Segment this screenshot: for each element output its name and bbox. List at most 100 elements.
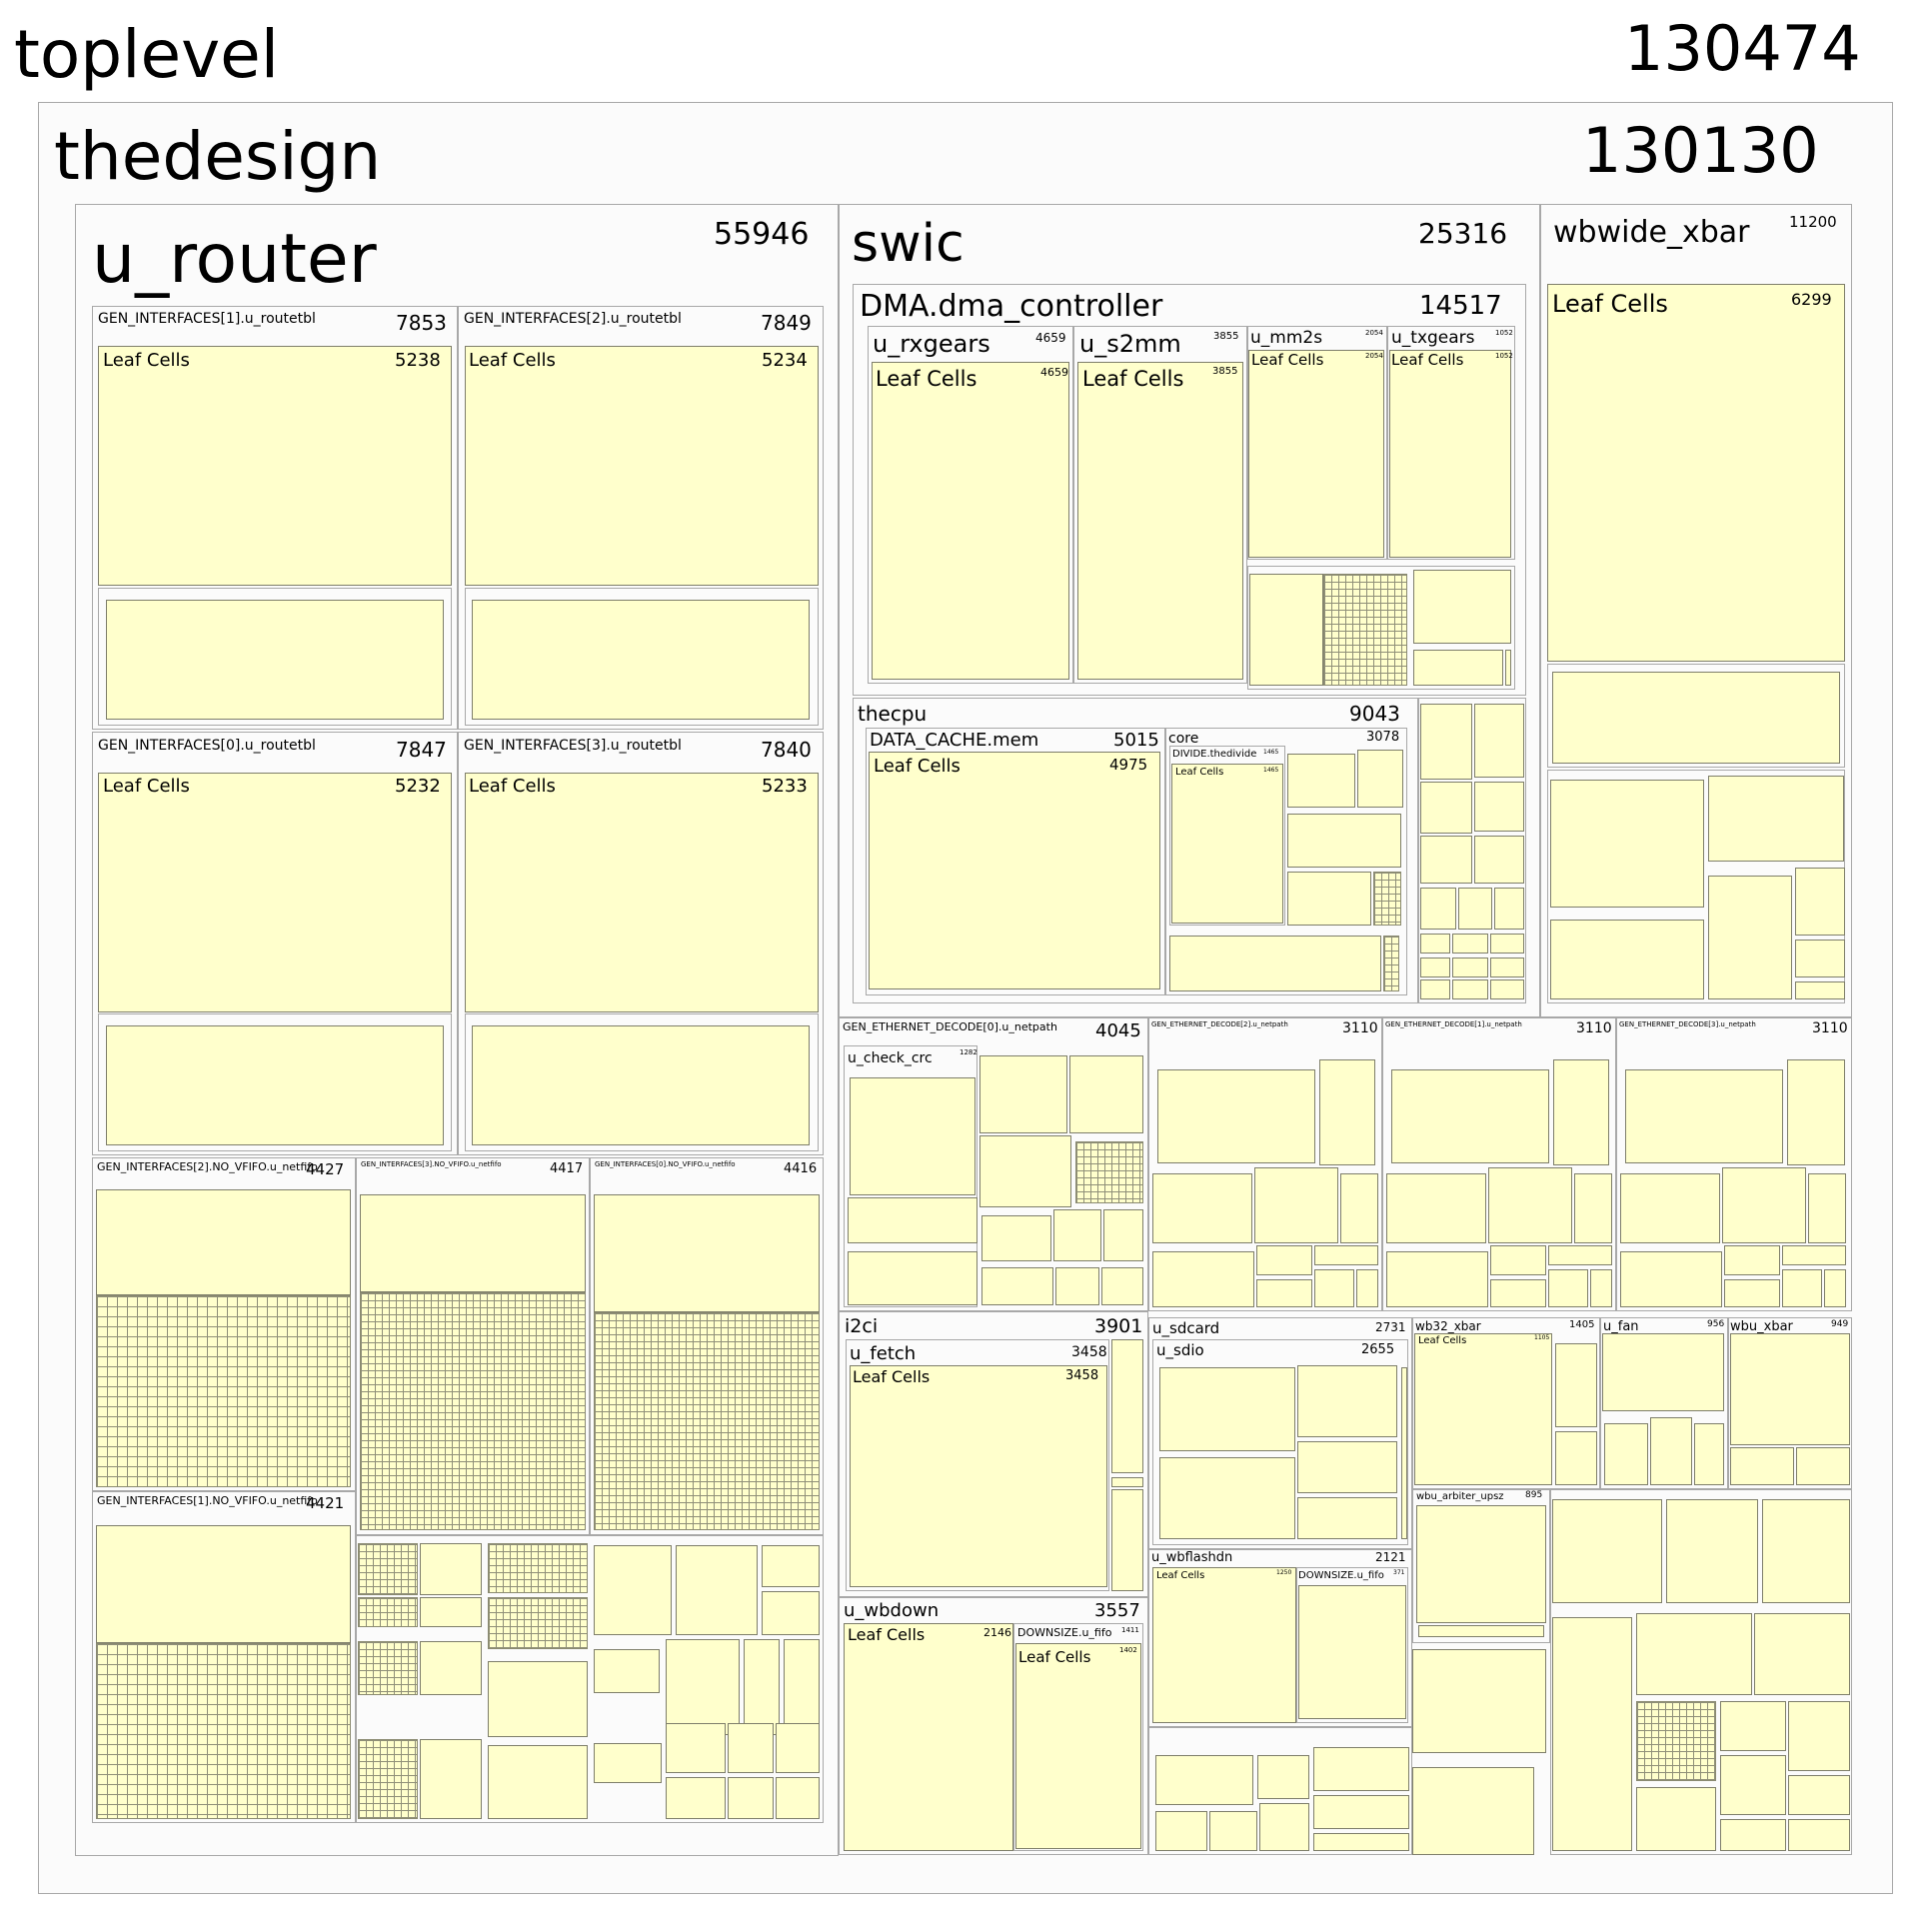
netpath-1-small-block[interactable]: [1548, 1245, 1612, 1265]
netpath-3-small-block[interactable]: [1722, 1167, 1806, 1243]
wbu-arbiter-leaf[interactable]: [1416, 1505, 1546, 1623]
swic-small-block[interactable]: [1458, 888, 1492, 930]
netpath-1-small-block[interactable]: [1490, 1279, 1546, 1307]
u-fan-small-block[interactable]: [1694, 1423, 1724, 1485]
core-small-block[interactable]: [1373, 872, 1401, 926]
leaf-cells-block[interactable]: [1414, 1333, 1552, 1485]
lower-right-block[interactable]: [1762, 1499, 1850, 1603]
core-small-block[interactable]: [1169, 936, 1381, 991]
router-small-block[interactable]: [784, 1639, 820, 1735]
swic-small-block[interactable]: [1420, 979, 1450, 999]
u-fan-small-block[interactable]: [1602, 1333, 1724, 1411]
lower-right-block[interactable]: [1552, 1499, 1662, 1603]
router-small-block[interactable]: [728, 1777, 774, 1819]
swic-small-block[interactable]: [1494, 888, 1524, 930]
wbu-xbar-small-block[interactable]: [1796, 1447, 1850, 1485]
leaf-cells-block[interactable]: [1171, 764, 1283, 924]
wb32-small-block[interactable]: [1555, 1343, 1597, 1427]
router-small-block[interactable]: [728, 1723, 774, 1773]
swic-small-block[interactable]: [1420, 888, 1456, 930]
lower-right-block[interactable]: [1666, 1499, 1758, 1603]
netpath-0-small-block[interactable]: [1101, 1267, 1143, 1305]
leaf-cells-block[interactable]: [1077, 362, 1243, 680]
misc-small-block[interactable]: [1313, 1747, 1409, 1791]
netpath-0-small-block[interactable]: [1053, 1209, 1101, 1261]
swic-small-block[interactable]: [1452, 958, 1488, 977]
wbwide-small-block[interactable]: [1550, 780, 1704, 908]
netpath-2-small-block[interactable]: [1319, 1059, 1375, 1165]
dma-small-block[interactable]: [1413, 570, 1511, 644]
netpath-1-small-block[interactable]: [1553, 1059, 1609, 1165]
misc-small-block[interactable]: [1259, 1803, 1309, 1851]
wbwide-small-block[interactable]: [1795, 940, 1845, 977]
swic-small-block[interactable]: [1420, 934, 1450, 954]
router-small-block[interactable]: [666, 1723, 726, 1773]
netpath-3-small-block[interactable]: [1724, 1245, 1780, 1275]
core-small-block[interactable]: [1287, 814, 1401, 868]
router-small-block[interactable]: [358, 1597, 418, 1627]
netpath-0-small-block[interactable]: [1069, 1055, 1143, 1133]
netpath-3-small-block[interactable]: [1824, 1269, 1846, 1307]
netpath-2-small-block[interactable]: [1254, 1167, 1338, 1243]
leaf-cells-block[interactable]: [1015, 1643, 1141, 1849]
router-small-block[interactable]: [358, 1543, 418, 1595]
netpath-1-small-block[interactable]: [1391, 1069, 1549, 1163]
wbwide-small-block[interactable]: [1795, 868, 1845, 936]
netpath-2-small-block[interactable]: [1356, 1269, 1378, 1307]
netpath-1-small-block[interactable]: [1386, 1173, 1486, 1243]
netpath-2-small-block[interactable]: [1314, 1269, 1354, 1307]
netfifo-3-leaf[interactable]: [360, 1194, 586, 1292]
netpath-2-small-block[interactable]: [1152, 1173, 1252, 1243]
sdio-small-block[interactable]: [1401, 1367, 1407, 1539]
dma-small-block[interactable]: [1505, 650, 1511, 686]
i2ci-small-block[interactable]: [1111, 1339, 1143, 1473]
router-small-block[interactable]: [420, 1543, 482, 1595]
netpath-3-small-block[interactable]: [1808, 1173, 1846, 1243]
lower-right-block[interactable]: [1720, 1701, 1786, 1751]
dma-small-block[interactable]: [1249, 574, 1323, 686]
leaf-cells-block[interactable]: [872, 362, 1069, 680]
i2ci-small-block[interactable]: [1111, 1477, 1143, 1487]
router-small-block[interactable]: [488, 1543, 588, 1593]
router-small-block[interactable]: [676, 1545, 758, 1635]
netpath-3-small-block[interactable]: [1620, 1251, 1722, 1307]
swic-small-block[interactable]: [1452, 979, 1488, 999]
misc-small-block[interactable]: [1313, 1833, 1409, 1851]
misc-small-block[interactable]: [1155, 1811, 1207, 1851]
router-small-block[interactable]: [762, 1591, 820, 1635]
netpath-1-small-block[interactable]: [1386, 1251, 1488, 1307]
misc-small-block[interactable]: [1257, 1755, 1309, 1799]
router-small-block[interactable]: [420, 1739, 482, 1819]
router-small-block[interactable]: [666, 1639, 740, 1735]
leaf-cells-block[interactable]: [1389, 350, 1511, 558]
wb32-small-block[interactable]: [1555, 1431, 1597, 1485]
netpath-3-small-block[interactable]: [1782, 1269, 1822, 1307]
leaf-cells-block[interactable]: [1248, 350, 1384, 558]
swic-small-block[interactable]: [1474, 836, 1524, 884]
lower-right-block[interactable]: [1636, 1701, 1716, 1781]
sdio-small-block[interactable]: [1159, 1367, 1295, 1451]
swic-small-block[interactable]: [1452, 934, 1488, 954]
netpath-2-small-block[interactable]: [1152, 1251, 1254, 1307]
wbu-xbar-small-block[interactable]: [1730, 1447, 1794, 1485]
netpath-0-small-block[interactable]: [979, 1055, 1067, 1133]
wbu-xbar-small-block[interactable]: [1730, 1333, 1850, 1445]
core-small-block[interactable]: [1287, 872, 1371, 926]
swic-small-block[interactable]: [1420, 836, 1472, 884]
routetbl-2-sub-block[interactable]: [472, 600, 810, 720]
netpath-0-small-block[interactable]: [1103, 1209, 1143, 1261]
wbu-arbiter-leaf[interactable]: [1418, 1625, 1544, 1637]
wbwide-small-block[interactable]: [1795, 981, 1845, 999]
router-small-block[interactable]: [488, 1661, 588, 1737]
netpath-2-small-block[interactable]: [1314, 1245, 1378, 1265]
router-small-block[interactable]: [744, 1639, 780, 1735]
lower-right-block[interactable]: [1636, 1787, 1716, 1851]
netpath-2-small-block[interactable]: [1340, 1173, 1378, 1243]
lower-right-block[interactable]: [1412, 1649, 1546, 1753]
netfifo-0-leaf[interactable]: [594, 1194, 820, 1312]
router-small-block[interactable]: [666, 1777, 726, 1819]
netpath-1-small-block[interactable]: [1490, 1245, 1546, 1275]
u-fan-small-block[interactable]: [1604, 1423, 1648, 1485]
router-small-block[interactable]: [776, 1777, 820, 1819]
router-small-block[interactable]: [776, 1723, 820, 1773]
